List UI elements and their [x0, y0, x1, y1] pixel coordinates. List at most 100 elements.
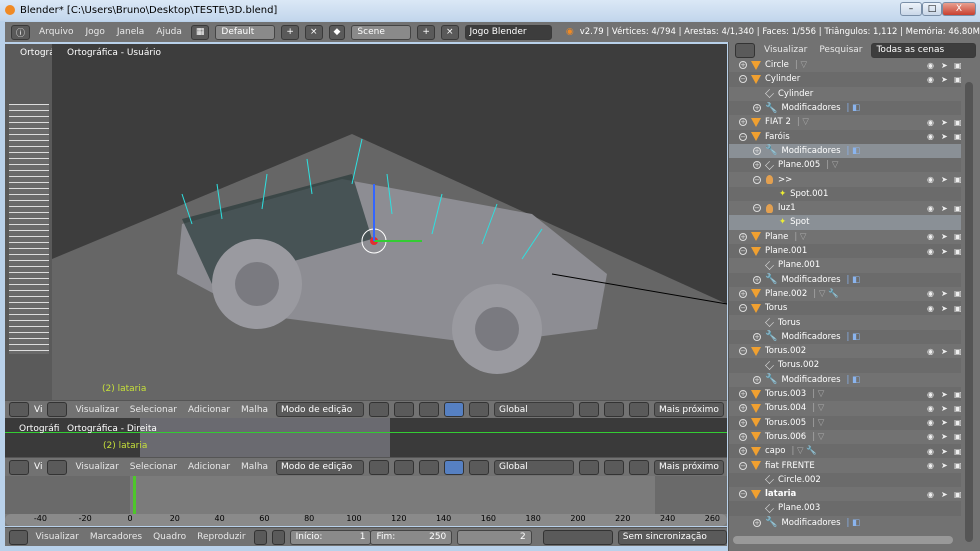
menu-visualizar[interactable]: Visualizar [33, 532, 82, 542]
cursor-icon[interactable]: ➤ [941, 404, 948, 413]
expand-toggle-icon[interactable]: + [753, 518, 761, 527]
rotate-icon[interactable] [469, 402, 490, 417]
cursor-icon[interactable]: ➤ [941, 61, 948, 70]
render-icon[interactable]: ▣ [954, 132, 962, 141]
eye-icon[interactable]: ◉ [927, 204, 934, 213]
engine-select[interactable]: Jogo Blender [464, 24, 552, 40]
eye-icon[interactable]: ◉ [927, 418, 934, 427]
outliner-h-scrollbar[interactable] [733, 536, 953, 544]
expand-toggle-icon[interactable]: + [753, 104, 761, 113]
outliner-row[interactable]: − Faróis ◉ ➤ ▣ [729, 129, 962, 144]
cursor-icon[interactable]: ➤ [941, 304, 948, 313]
cursor-icon[interactable]: ➤ [941, 232, 948, 241]
menu-ajuda[interactable]: Ajuda [153, 27, 185, 37]
pivot-icon[interactable] [394, 402, 415, 417]
menu-arquivo[interactable]: Arquivo [36, 27, 76, 37]
expand-toggle-icon[interactable]: − [739, 75, 747, 84]
eye-icon[interactable]: ◉ [927, 347, 934, 356]
select-mode-icon[interactable] [579, 459, 600, 475]
orientation-select[interactable]: Global [494, 402, 575, 417]
mode-select[interactable]: Modo de edição [276, 459, 365, 475]
outliner-row[interactable]: ✦ Spot.001 [729, 186, 961, 201]
editor-type-info-icon[interactable]: ⓘ [11, 24, 31, 40]
outliner-row[interactable]: + Torus.004 | ▽ ◉ ➤ ▣ [729, 401, 962, 415]
editor-type-icon[interactable] [47, 459, 68, 475]
cursor-icon[interactable]: ➤ [941, 175, 948, 184]
outliner-row[interactable]: + Plane.002 | ▽ 🔧 ◉ ➤ ▣ [729, 287, 962, 301]
lock-icon[interactable] [271, 529, 285, 545]
expand-toggle-icon[interactable]: − [739, 490, 747, 499]
outliner-row[interactable]: + 🔧 Modificadores | ◧ [729, 329, 961, 344]
eye-icon[interactable]: ◉ [927, 232, 934, 241]
menu-quadro[interactable]: Quadro [150, 532, 189, 542]
menu-selecionar[interactable]: Selecionar [127, 462, 180, 472]
menu-reproduzir[interactable]: Reproduzir [194, 532, 248, 542]
cursor-icon[interactable]: ➤ [941, 118, 948, 127]
right-view-viewport[interactable]: Ortográfi Ortográfica - Direita (2) lata… [5, 418, 727, 457]
remove-scene-icon[interactable]: × [440, 24, 459, 40]
sync-select[interactable]: Sem sincronização [617, 529, 728, 545]
editor-type-outliner-icon[interactable] [735, 42, 755, 58]
cursor-icon[interactable]: ➤ [941, 132, 948, 141]
render-icon[interactable]: ▣ [954, 75, 962, 84]
expand-toggle-icon[interactable]: − [739, 461, 747, 470]
expand-toggle-icon[interactable]: − [739, 247, 747, 256]
outliner-row[interactable]: Torus.002 [729, 358, 961, 373]
cursor-icon[interactable]: ➤ [941, 447, 948, 456]
scene-icon[interactable]: ◆ [328, 24, 346, 40]
cursor-icon[interactable]: ➤ [941, 289, 948, 298]
eye-icon[interactable]: ◉ [927, 490, 934, 499]
outliner-row[interactable]: + FIAT 2 | ▽ ◉ ➤ ▣ [729, 115, 962, 129]
shading-icon[interactable] [369, 402, 390, 417]
cursor-icon[interactable]: ➤ [941, 461, 948, 470]
outliner-row[interactable]: + Torus.005 | ▽ ◉ ➤ ▣ [729, 415, 962, 430]
outliner-row[interactable]: + Plane | ▽ ◉ ➤ ▣ [729, 230, 962, 244]
editor-type-timeline-icon[interactable] [9, 529, 28, 545]
expand-toggle-icon[interactable]: + [753, 375, 761, 384]
render-icon[interactable]: ▣ [954, 118, 962, 127]
menu-marcadores[interactable]: Marcadores [87, 532, 145, 542]
render-icon[interactable]: ▣ [954, 490, 962, 499]
side-menu-visualizar[interactable]: Vi [34, 462, 42, 472]
expand-toggle-icon[interactable]: − [753, 204, 761, 213]
editor-type-icon[interactable] [9, 459, 29, 475]
eye-icon[interactable]: ◉ [927, 447, 934, 456]
menu-malha[interactable]: Malha [238, 462, 271, 472]
snap-icon[interactable] [629, 459, 650, 475]
outliner-row[interactable]: + 🔧 Modificadores | ◧ [729, 516, 961, 530]
outliner-row[interactable]: + 🔧 Modificadores | ◧ [729, 100, 961, 116]
eye-icon[interactable]: ◉ [927, 61, 934, 70]
expand-toggle-icon[interactable]: + [739, 232, 747, 241]
remove-layout-icon[interactable]: × [304, 24, 323, 40]
eye-icon[interactable]: ◉ [927, 461, 934, 470]
outliner-row[interactable]: + 🔧 Modificadores | ◧ [729, 272, 961, 287]
proportional-icon[interactable] [604, 402, 625, 417]
mode-select[interactable]: Modo de edição [276, 402, 365, 417]
menu-malha[interactable]: Malha [238, 405, 271, 415]
translate-icon[interactable] [444, 459, 465, 475]
translate-icon[interactable] [444, 402, 465, 417]
cursor-icon[interactable]: ➤ [941, 75, 948, 84]
select-mode-icon[interactable] [579, 402, 600, 417]
eye-icon[interactable]: ◉ [927, 289, 934, 298]
outliner-row[interactable]: Circle.002 [729, 472, 961, 487]
outliner-row[interactable]: Plane.001 [729, 258, 961, 272]
side-menu-visualizar[interactable]: Vi [34, 405, 42, 415]
outliner-row[interactable]: − luz1 ◉ ➤ ▣ [729, 201, 962, 215]
outliner-row[interactable]: Plane.003 [729, 501, 961, 516]
snap-target-select[interactable]: Mais próximo [654, 402, 724, 417]
menu-pesquisar[interactable]: Pesquisar [816, 45, 865, 55]
proportional-icon[interactable] [604, 459, 625, 475]
menu-adicionar[interactable]: Adicionar [185, 462, 233, 472]
cursor-icon[interactable]: ➤ [941, 204, 948, 213]
add-layout-icon[interactable]: + [281, 24, 299, 40]
render-icon[interactable]: ▣ [954, 232, 962, 241]
record-icon[interactable] [253, 529, 267, 545]
rotate-icon[interactable] [469, 459, 490, 475]
outliner-row[interactable]: − Torus ◉ ➤ ▣ [729, 301, 962, 316]
end-frame-field[interactable]: Fim: 250 [370, 529, 453, 545]
expand-toggle-icon[interactable]: − [739, 347, 747, 356]
outliner-row[interactable]: + Circle | ▽ ◉ ➤ ▣ [729, 58, 962, 72]
timeline[interactable]: -40 -20 0 20 40 60 80 100 120 140 160 180 200 220 240 2… [5, 476, 727, 526]
expand-toggle-icon[interactable]: + [739, 289, 747, 298]
